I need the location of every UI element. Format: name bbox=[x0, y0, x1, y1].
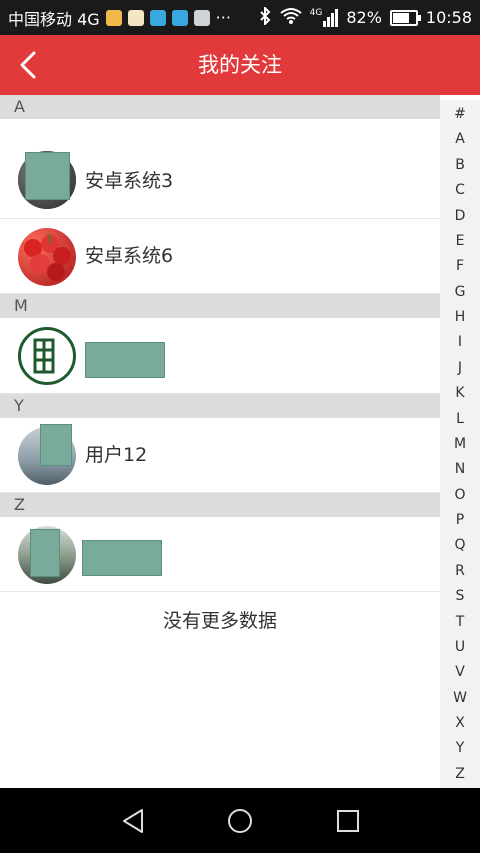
index-letter[interactable]: # bbox=[454, 104, 466, 124]
clock: 10:58 bbox=[425, 8, 472, 27]
index-letter[interactable]: C bbox=[455, 180, 465, 200]
index-letter[interactable]: S bbox=[456, 586, 465, 606]
avatar bbox=[18, 327, 76, 385]
index-letter[interactable]: O bbox=[454, 485, 465, 505]
app-icon bbox=[171, 9, 188, 26]
name-redaction bbox=[82, 540, 162, 576]
signal-icon: 4G bbox=[309, 7, 339, 27]
bluetooth-icon bbox=[258, 5, 272, 29]
circle-home-icon bbox=[228, 809, 252, 833]
index-letter[interactable]: T bbox=[456, 612, 465, 632]
battery-percent: 82% bbox=[346, 8, 382, 27]
section-header-z: Z bbox=[0, 493, 440, 517]
index-letter[interactable]: Z bbox=[455, 764, 465, 784]
index-letter[interactable]: R bbox=[455, 561, 465, 581]
status-left: 中国移动 4G ··· bbox=[8, 0, 231, 35]
app-icon bbox=[127, 9, 144, 26]
app-icon bbox=[193, 9, 210, 26]
user-name: 用户12 bbox=[85, 444, 148, 466]
status-bar: 中国移动 4G ··· 4G 82% 10:58 bbox=[0, 0, 480, 35]
list-item[interactable]: 安卓系统3 bbox=[0, 119, 440, 219]
app-icon bbox=[149, 9, 166, 26]
index-letter[interactable]: A bbox=[455, 129, 465, 149]
index-letter[interactable]: J bbox=[458, 358, 462, 378]
section-header-y: Y bbox=[0, 394, 440, 418]
index-letter[interactable]: N bbox=[455, 459, 465, 479]
user-name: 安卓系统6 bbox=[85, 245, 174, 267]
no-more-data-label: 没有更多数据 bbox=[162, 610, 277, 632]
wifi-icon bbox=[280, 7, 302, 29]
index-letter[interactable]: M bbox=[454, 434, 466, 454]
index-letter[interactable]: G bbox=[455, 282, 466, 302]
list-item[interactable]: 安卓系统6 bbox=[0, 219, 440, 294]
network-type-label: 4G bbox=[309, 7, 323, 18]
index-letter[interactable]: Y bbox=[456, 738, 465, 758]
list-item[interactable] bbox=[0, 517, 440, 592]
index-letter[interactable]: U bbox=[455, 637, 465, 657]
battery-icon bbox=[389, 9, 421, 26]
index-letter[interactable]: K bbox=[455, 383, 464, 403]
follow-list: A 安卓系统3 安卓系统6 M Y 用户12 Z 没有更多数据 bbox=[0, 95, 440, 650]
nav-back-button[interactable] bbox=[118, 806, 148, 836]
nav-home-button[interactable] bbox=[225, 806, 255, 836]
square-recent-icon bbox=[337, 810, 359, 832]
index-letter[interactable]: X bbox=[455, 713, 465, 733]
qq-icon bbox=[105, 9, 122, 26]
index-letter[interactable]: E bbox=[456, 231, 465, 251]
more-icon: ··· bbox=[215, 8, 231, 27]
avatar bbox=[18, 228, 76, 286]
app-header: 我的关注 bbox=[0, 35, 480, 95]
index-letter[interactable]: L bbox=[456, 409, 464, 429]
list-item[interactable] bbox=[0, 318, 440, 394]
system-nav-bar bbox=[0, 788, 480, 853]
index-letter[interactable]: W bbox=[453, 688, 467, 708]
page-title: 我的关注 bbox=[198, 53, 282, 77]
avatar-redaction bbox=[40, 424, 72, 466]
index-letter[interactable]: V bbox=[455, 662, 465, 682]
index-letter[interactable]: D bbox=[455, 206, 466, 226]
section-header-a: A bbox=[0, 95, 440, 119]
alphabet-index-bar[interactable]: # A B C D E F G H I J K L M N O P Q R S T U V W X Y Z bbox=[440, 100, 480, 788]
index-letter[interactable]: P bbox=[456, 510, 464, 530]
triangle-back-icon bbox=[123, 809, 143, 833]
section-header-m: M bbox=[0, 294, 440, 318]
list-item[interactable]: 用户12 bbox=[0, 418, 440, 493]
index-letter[interactable]: F bbox=[456, 256, 464, 276]
index-letter[interactable]: B bbox=[455, 155, 465, 175]
avatar-redaction bbox=[30, 529, 60, 577]
index-letter[interactable]: I bbox=[458, 332, 462, 352]
avatar-redaction bbox=[25, 152, 70, 200]
status-right: 4G 82% 10:58 bbox=[258, 0, 472, 35]
nav-recent-button[interactable] bbox=[333, 806, 363, 836]
index-letter[interactable]: Q bbox=[454, 535, 465, 555]
name-redaction bbox=[85, 342, 165, 378]
carrier-label: 中国移动 4G bbox=[8, 9, 100, 29]
index-letter[interactable]: H bbox=[455, 307, 466, 327]
